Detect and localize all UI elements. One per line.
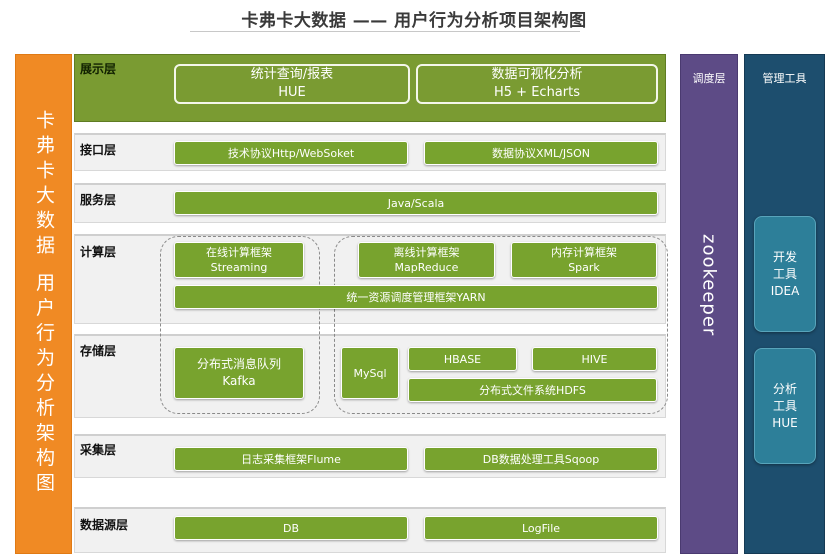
- tool-hue-line2: 工具: [772, 398, 797, 413]
- compute-box-streaming-title: 在线计算框架: [206, 246, 272, 259]
- management-title: 管理工具: [762, 72, 807, 85]
- tool-hue-line3: HUE: [772, 415, 798, 430]
- storage-box-kafka: 分布式消息队列 Kafka: [174, 347, 304, 399]
- zookeeper-label: zookeeper: [698, 233, 720, 337]
- tool-box-idea: 开发 工具 IDEA: [754, 216, 816, 332]
- display-box-report-title: 统计查询/报表: [250, 67, 334, 82]
- layer-label-service: 服务层: [80, 193, 117, 207]
- layer-label-collect: 采集层: [80, 443, 117, 457]
- storage-box-hdfs: 分布式文件系统HDFS: [408, 378, 657, 402]
- compute-box-spark-name: Spark: [568, 261, 600, 274]
- title-underline: [190, 31, 580, 32]
- display-box-visual-title: 数据可视化分析: [491, 67, 583, 82]
- diagram-title: 卡弗卡大数据 —— 用户行为分析项目架构图: [241, 11, 587, 31]
- compute-box-streaming-name: Streaming: [210, 261, 268, 274]
- layer-label-storage: 存储层: [80, 344, 117, 358]
- layer-label-interface: 接口层: [80, 143, 117, 157]
- storage-box-kafka-title: 分布式消息队列: [196, 357, 281, 371]
- display-box-visual: 数据可视化分析 H5 + Echarts: [416, 64, 658, 104]
- storage-box-mysql: MySql: [341, 347, 399, 399]
- storage-box-hive: HIVE: [532, 347, 657, 371]
- collect-box-flume: 日志采集框架Flume: [174, 447, 408, 471]
- tool-idea-line3: IDEA: [770, 283, 800, 298]
- source-box-db: DB: [174, 516, 408, 540]
- compute-box-yarn: 统一资源调度管理框架YARN: [174, 285, 658, 309]
- storage-box-hbase: HBASE: [408, 347, 517, 371]
- layer-label-display: 展示层: [80, 62, 117, 76]
- display-box-report-tool: HUE: [278, 85, 306, 100]
- service-box-java: Java/Scala: [174, 191, 658, 215]
- display-box-visual-tool: H5 + Echarts: [494, 85, 580, 100]
- compute-box-spark-title: 内存计算框架: [551, 246, 617, 259]
- source-box-logfile: LogFile: [424, 516, 658, 540]
- left-label-text: 卡弗卡大数据 用户行为分析架构图: [33, 110, 55, 498]
- tool-idea-line1: 开发: [772, 249, 797, 264]
- interface-box-xml: 数据协议XML/JSON: [424, 141, 658, 165]
- tool-box-hue: 分析 工具 HUE: [754, 348, 816, 464]
- layer-label-source: 数据源层: [80, 518, 129, 532]
- tool-idea-line2: 工具: [772, 266, 797, 281]
- scheduling-title: 调度层: [692, 72, 726, 85]
- compute-box-mapreduce-title: 离线计算框架: [393, 246, 460, 259]
- compute-box-spark: 内存计算框架 Spark: [511, 242, 657, 278]
- compute-box-mapreduce: 离线计算框架 MapReduce: [358, 242, 495, 278]
- layer-label-compute: 计算层: [80, 245, 117, 259]
- display-box-report: 统计查询/报表 HUE: [174, 64, 410, 104]
- zookeeper-label-wrap: zookeeper: [680, 230, 738, 340]
- left-label-bar: 卡弗卡大数据 用户行为分析架构图: [15, 54, 72, 554]
- storage-box-kafka-name: Kafka: [222, 374, 256, 388]
- tool-hue-line1: 分析: [772, 381, 797, 396]
- compute-box-streaming: 在线计算框架 Streaming: [174, 242, 304, 278]
- interface-box-http: 技术协议Http/WebSoket: [174, 141, 408, 165]
- collect-box-sqoop: DB数据处理工具Sqoop: [424, 447, 658, 471]
- compute-box-mapreduce-name: MapReduce: [394, 261, 459, 274]
